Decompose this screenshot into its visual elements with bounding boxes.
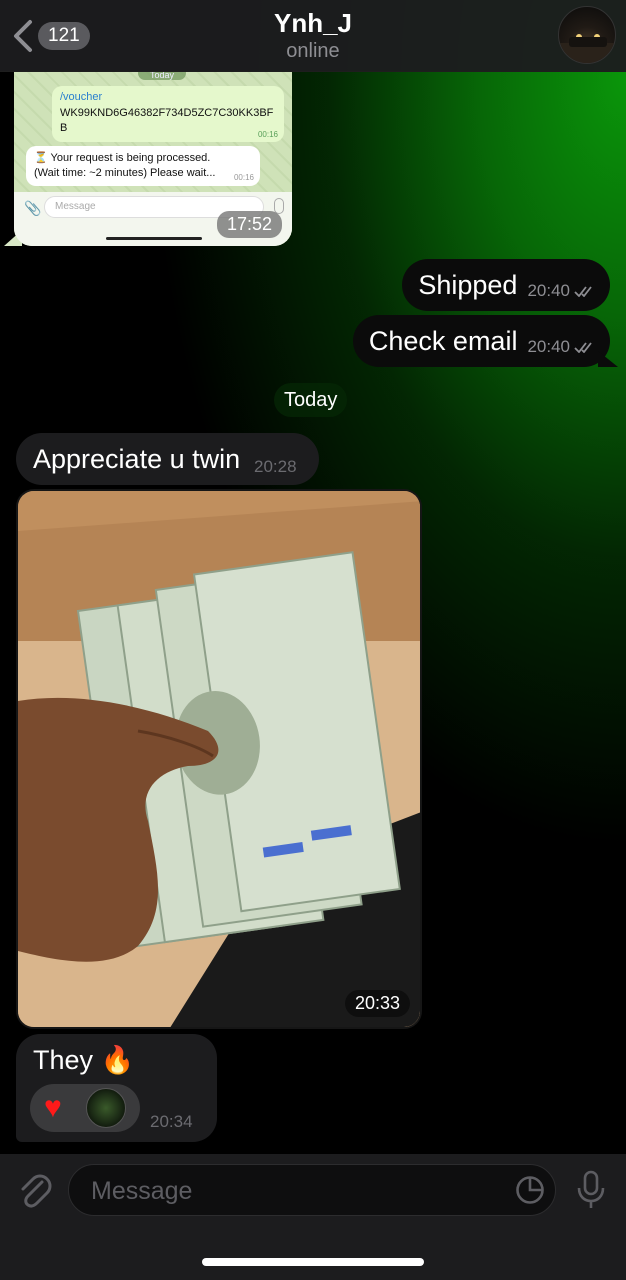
read-receipt-icon (574, 286, 592, 297)
chat-header: 121 Ynh_J online (0, 0, 626, 72)
microphone-icon[interactable] (574, 1170, 608, 1210)
paperclip-icon[interactable] (14, 1170, 54, 1210)
message-text: Check email (368, 325, 518, 356)
screenshot-command: /voucher (60, 91, 103, 103)
screenshot-date-label: Today (138, 72, 186, 80)
screenshot-voucher-code: WK99KND6G46382F734D5ZC7C30KK3BFB (60, 107, 274, 134)
screenshot-incoming-text: ⏳ Your request is being processed. (Wait… (34, 152, 216, 179)
message-time: 20:28 (254, 457, 297, 476)
chat-status: online (286, 40, 340, 62)
screenshot-incoming-time: 00:16 (233, 173, 254, 182)
photo-message[interactable]: 20:33 (16, 489, 422, 1029)
avatar-photo-icon (559, 34, 615, 63)
message-input-bar: Message (0, 1154, 626, 1280)
message-time: 17:52 (216, 211, 282, 238)
read-receipt-icon (574, 342, 592, 353)
message-text: Appreciate u twin (33, 444, 241, 474)
screenshot-incoming-bubble: ⏳ Your request is being processed. (Wait… (26, 146, 260, 186)
incoming-message[interactable]: Appreciate u twin 20:28 (16, 433, 319, 485)
screenshot-outgoing-bubble: /voucher WK99KND6G46382F734D5ZC7C30KK3BF… (52, 86, 284, 142)
screenshot-input-placeholder: Message (55, 201, 96, 212)
message-input[interactable]: Message (68, 1164, 556, 1216)
reaction-pill[interactable]: ♥ (30, 1084, 140, 1132)
home-indicator (202, 1258, 424, 1266)
cash-photo-image (18, 491, 420, 1027)
message-input-placeholder: Message (91, 1177, 193, 1205)
message-text: Shipped (418, 269, 518, 300)
chat-title[interactable]: Ynh_J (0, 8, 626, 39)
screenshot-paperclip-icon: 📎 (24, 200, 42, 216)
outgoing-message[interactable]: Shipped 20:40 (402, 259, 610, 311)
sticker-icon[interactable] (515, 1175, 545, 1205)
outgoing-message[interactable]: Check email 20:40 (352, 315, 618, 367)
screenshot-home-indicator (106, 237, 202, 240)
message-time: 20:40 (527, 337, 570, 356)
message-time: 20:34 (150, 1112, 193, 1131)
message-text: They 🔥 (33, 1045, 135, 1075)
screenshot-message[interactable]: Today /voucher WK99KND6G46382F734D5ZC7C3… (14, 72, 292, 246)
heart-reaction-icon: ♥ (44, 1091, 62, 1124)
reactor-avatar (86, 1088, 126, 1128)
contact-avatar[interactable] (558, 6, 616, 64)
screenshot-outgoing-time: 00:16 (257, 130, 278, 139)
incoming-message[interactable]: They 🔥 ♥ 20:34 (16, 1034, 217, 1142)
message-time: 20:40 (527, 281, 570, 300)
date-divider: Today (274, 383, 348, 417)
message-time: 20:33 (344, 990, 410, 1017)
